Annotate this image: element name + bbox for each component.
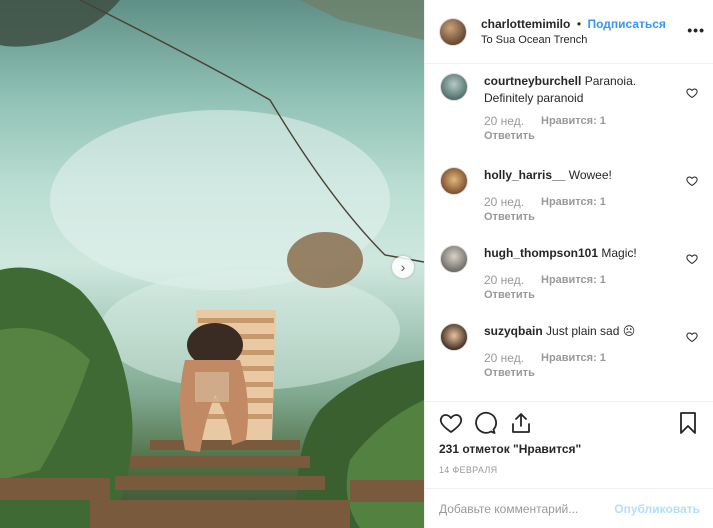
comment-username[interactable]: courtneyburchell	[484, 74, 581, 88]
action-icons	[439, 411, 700, 435]
comment-username[interactable]: suzyqbain	[484, 324, 543, 338]
comment-icon[interactable]	[473, 411, 497, 435]
comment-body: Just plain sad ☹	[546, 324, 636, 338]
comment-username[interactable]: holly_harris__	[484, 168, 565, 182]
comments-list[interactable]: courtneyburchell Paranoia. Definitely pa…	[425, 65, 713, 400]
comment-body: Wowee!	[568, 168, 612, 182]
header-separator: •	[576, 16, 582, 31]
comment-likes[interactable]: Нравится: 1	[541, 196, 606, 208]
comment-time[interactable]: 20 нед.	[484, 273, 541, 287]
comment-heart-icon[interactable]	[686, 87, 698, 99]
post-panel: charlottemimilo • Подписаться To Sua Oce…	[424, 0, 713, 528]
comment-avatar[interactable]	[440, 73, 468, 101]
comment-input[interactable]	[439, 502, 615, 516]
post-location[interactable]: To Sua Ocean Trench	[481, 32, 666, 48]
comment-meta: 20 нед. Нравится: 1	[484, 195, 674, 209]
author-username[interactable]: charlottemimilo	[481, 17, 570, 31]
comment-avatar[interactable]	[440, 245, 468, 273]
post-actions: 231 отметок "Нравится" 14 ФЕВРАЛЯ Опубли…	[425, 401, 713, 528]
reply-button[interactable]: Ответить	[484, 367, 674, 379]
author-avatar[interactable]	[439, 17, 467, 46]
comment-heart-icon[interactable]	[686, 175, 698, 187]
comment-meta: 20 нед. Нравится: 1	[484, 351, 674, 365]
comment-meta: 20 нед. Нравится: 1	[484, 273, 674, 287]
likes-count[interactable]: 231 отметок "Нравится"	[439, 442, 581, 456]
comment-avatar[interactable]	[440, 167, 468, 195]
comment-heart-icon[interactable]	[686, 331, 698, 343]
comment-time[interactable]: 20 нед.	[484, 114, 541, 128]
comment-item: hugh_thompson101 Magic! 20 нед. Нравится…	[425, 245, 713, 301]
post-date[interactable]: 14 ФЕВРАЛЯ	[439, 465, 497, 475]
comment-item: holly_harris__ Wowee! 20 нед. Нравится: …	[425, 167, 713, 223]
comment-time[interactable]: 20 нед.	[484, 195, 541, 209]
heart-icon[interactable]	[439, 411, 463, 435]
comment-likes[interactable]: Нравится: 1	[541, 352, 606, 364]
comment-text: suzyqbain Just plain sad ☹	[484, 323, 674, 340]
add-comment-bar: Опубликовать	[425, 488, 713, 528]
follow-button[interactable]: Подписаться	[587, 17, 665, 31]
comment-username[interactable]: hugh_thompson101	[484, 246, 598, 260]
bookmark-icon[interactable]	[676, 411, 700, 435]
post-header: charlottemimilo • Подписаться To Sua Oce…	[425, 0, 713, 64]
comment-body: Magic!	[601, 246, 637, 260]
publish-button[interactable]: Опубликовать	[614, 502, 700, 516]
photo-illustration	[0, 0, 424, 528]
reply-button[interactable]: Ответить	[484, 211, 674, 223]
comment-likes[interactable]: Нравится: 1	[541, 274, 606, 286]
comment-text: courtneyburchell Paranoia. Definitely pa…	[484, 73, 674, 107]
comment-meta: 20 нед. Нравится: 1	[484, 114, 674, 128]
comment-item: suzyqbain Just plain sad ☹ 20 нед. Нрави…	[425, 323, 713, 379]
post-photo[interactable]: ›	[0, 0, 424, 528]
comment-item: courtneyburchell Paranoia. Definitely pa…	[425, 73, 713, 142]
comment-time[interactable]: 20 нед.	[484, 351, 541, 365]
author-info: charlottemimilo • Подписаться To Sua Oce…	[481, 16, 666, 48]
comment-text: hugh_thompson101 Magic!	[484, 245, 674, 262]
comment-avatar[interactable]	[440, 323, 468, 351]
comment-text: holly_harris__ Wowee!	[484, 167, 674, 184]
reply-button[interactable]: Ответить	[484, 289, 674, 301]
next-photo-button[interactable]: ›	[392, 256, 414, 278]
comment-likes[interactable]: Нравится: 1	[541, 115, 606, 127]
reply-button[interactable]: Ответить	[484, 130, 674, 142]
more-horizontal-icon[interactable]: •••	[687, 22, 705, 38]
share-icon[interactable]	[509, 411, 533, 435]
comment-heart-icon[interactable]	[686, 253, 698, 265]
